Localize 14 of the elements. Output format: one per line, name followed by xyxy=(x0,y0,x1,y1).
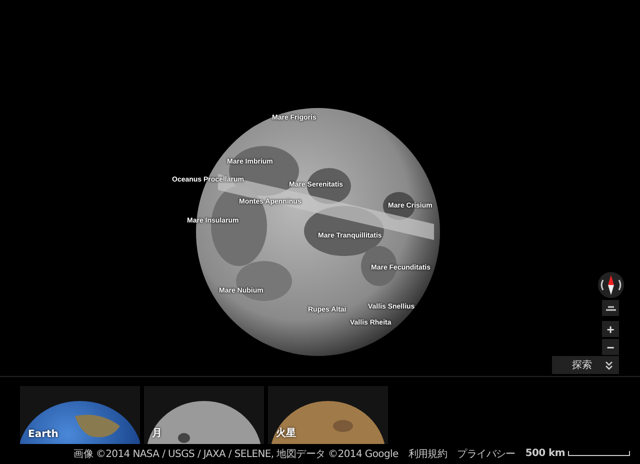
compass-icon[interactable] xyxy=(597,271,625,299)
scale-label: 500 km xyxy=(525,448,565,459)
double-chevron-icon xyxy=(605,360,613,370)
attribution-text: 画像 ©2014 NASA / USGS / JAXA / SELENE, 地図データ ©2014 Google xyxy=(74,448,398,460)
zoom-in-button[interactable]: + xyxy=(602,321,619,337)
footer-link[interactable]: 利用規約 xyxy=(408,446,448,460)
planet-card[interactable]: Earth xyxy=(20,386,140,444)
zoom-out-button[interactable]: − xyxy=(602,339,619,355)
planet-card[interactable]: 火星 xyxy=(268,386,388,444)
explore-button[interactable]: 探索 xyxy=(552,356,619,374)
footer-link[interactable]: プライバシー xyxy=(457,446,516,460)
scale-bar xyxy=(568,451,630,456)
tilt-icon xyxy=(606,305,616,311)
tilt-button[interactable] xyxy=(602,300,619,316)
